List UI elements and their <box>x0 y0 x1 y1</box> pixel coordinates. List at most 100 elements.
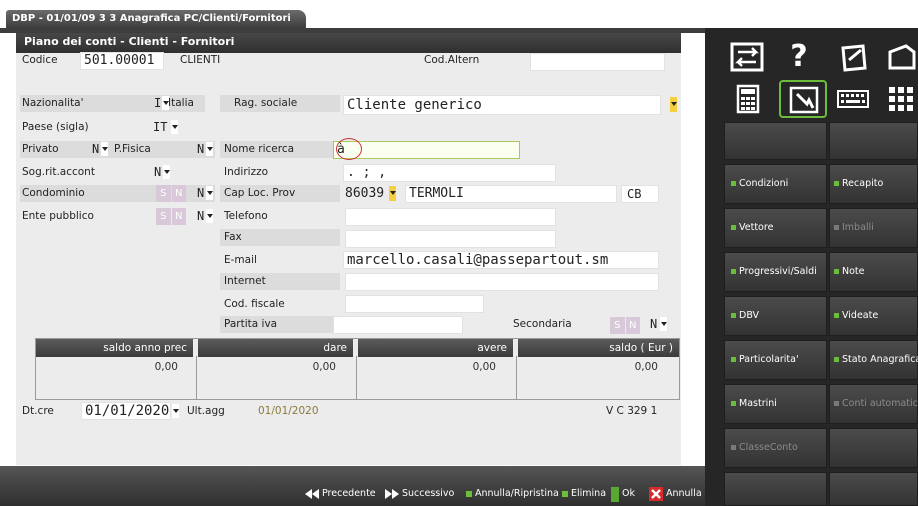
empty-function-button <box>829 122 918 160</box>
secondaria-dropdown[interactable] <box>660 317 667 331</box>
internet-label: Internet <box>224 275 266 287</box>
grid-icon <box>889 87 913 111</box>
provincia-field[interactable]: CB <box>621 185 659 203</box>
saldi-value-saldo: 0,00 <box>634 361 658 373</box>
gray-dot-icon <box>731 445 736 450</box>
printer-icon <box>888 44 916 70</box>
mastrini-label: Mastrini <box>731 398 777 409</box>
calculator-icon <box>736 84 760 114</box>
saldi-value-anno-prec: 0,00 <box>154 361 178 373</box>
conti-automatici-label: Conti automatici <box>834 398 918 409</box>
condominio-s[interactable]: S <box>156 185 171 202</box>
progressivi-saldi-text: Progressivi/Saldi <box>739 266 817 277</box>
ente-s[interactable]: S <box>156 208 171 225</box>
dbv-label: DBV <box>731 310 759 321</box>
gray-dot-icon <box>834 225 839 230</box>
ente-sn-toggle[interactable]: S N <box>156 208 187 225</box>
cap-label: Cap Loc. Prov <box>224 187 296 199</box>
cap-value[interactable]: 86039 <box>345 186 384 201</box>
version-label: V C 329 1 <box>606 405 658 417</box>
mastrini-text: Mastrini <box>739 398 777 409</box>
secondaria-n[interactable]: N <box>625 317 640 334</box>
keyboard-button[interactable] <box>831 80 877 118</box>
localita-field[interactable]: TERMOLI <box>405 185 617 203</box>
green-square-icon <box>466 491 472 497</box>
ente-n[interactable]: N <box>171 208 186 225</box>
annulla-button[interactable]: Annulla <box>649 484 702 504</box>
precedente-button[interactable]: Precedente <box>305 484 376 504</box>
indirizzo-field[interactable]: . ; , <box>343 164 556 182</box>
successivo-label: Successivo <box>402 488 455 499</box>
pfisica-value[interactable]: N <box>197 142 204 156</box>
dt-cre-field[interactable]: 01/01/2020 <box>81 402 171 420</box>
hand-pointer-button[interactable] <box>779 80 827 118</box>
green-square-icon <box>562 491 568 497</box>
sog-rit-label: Sog.rit.accont <box>22 166 95 178</box>
calculator-button[interactable] <box>724 80 774 118</box>
successivo-button[interactable]: Successivo <box>385 484 454 504</box>
notepad-button[interactable] <box>831 36 877 76</box>
cod-fiscale-label: Cod. fiscale <box>224 298 285 310</box>
condominio-dropdown[interactable] <box>206 186 213 200</box>
internet-field[interactable] <box>345 273 659 291</box>
nazionalita-value: Italia <box>168 97 194 109</box>
cod-altern-field[interactable] <box>530 53 665 71</box>
ente-dropdown[interactable] <box>206 209 213 223</box>
green-dot-icon <box>731 225 736 230</box>
condizioni-label: Condizioni <box>731 178 788 189</box>
recapito-text: Recapito <box>842 178 884 189</box>
ok-button[interactable]: Ok <box>611 484 635 504</box>
indirizzo-label: Indirizzo <box>224 166 269 178</box>
saldi-header-anno-prec: saldo anno prec <box>36 339 193 357</box>
telefono-field[interactable] <box>345 208 556 226</box>
sog-rit-value[interactable]: N <box>154 165 161 179</box>
cod-fiscale-field[interactable] <box>345 295 484 313</box>
green-dot-icon <box>834 269 839 274</box>
fax-field[interactable] <box>345 230 556 248</box>
secondaria-value[interactable]: N <box>650 317 657 331</box>
condominio-n[interactable]: N <box>171 185 186 202</box>
secondaria-sn-toggle[interactable]: S N <box>610 317 641 334</box>
green-bar-icon <box>611 486 619 502</box>
rag-sociale-dropdown[interactable] <box>670 97 677 112</box>
condominio-value[interactable]: N <box>197 186 204 200</box>
nazionalita-code[interactable]: I <box>154 96 161 110</box>
secondaria-s[interactable]: S <box>610 317 625 334</box>
ente-label: Ente pubblico <box>22 210 94 222</box>
paese-value[interactable]: IT <box>153 120 167 134</box>
printer-button[interactable] <box>882 36 918 76</box>
fast-forward-icon <box>385 489 399 499</box>
rag-sociale-field[interactable]: Cliente generico <box>343 95 661 115</box>
partita-iva-field[interactable] <box>333 316 463 334</box>
paese-dropdown[interactable] <box>171 120 178 134</box>
ente-value[interactable]: N <box>197 209 204 223</box>
window-tab[interactable]: DBP - 01/01/09 3 3 Anagrafica PC/Clienti… <box>6 10 306 28</box>
empty-function-button <box>724 472 827 506</box>
vettore-label: Vettore <box>731 222 773 233</box>
expand-button[interactable] <box>724 36 774 76</box>
codice-field[interactable]: 501.00001 <box>80 52 164 70</box>
cod-altern-label: Cod.Altern <box>424 54 480 66</box>
sog-rit-dropdown[interactable] <box>163 165 170 179</box>
codice-label: Codice <box>22 54 58 66</box>
ok-label: Ok <box>622 488 635 499</box>
cap-dropdown[interactable] <box>389 186 396 201</box>
grid-button[interactable] <box>882 80 918 118</box>
privato-value[interactable]: N <box>92 142 99 156</box>
nome-ricerca-label: Nome ricerca <box>224 143 295 155</box>
annulla-ripristina-button[interactable]: Annulla/Ripristina <box>466 484 559 504</box>
precedente-label: Precedente <box>322 488 376 499</box>
privato-dropdown[interactable] <box>101 142 108 156</box>
elimina-button[interactable]: Elimina <box>562 484 606 504</box>
notepad-icon <box>841 44 867 72</box>
pfisica-dropdown[interactable] <box>206 142 213 156</box>
saldi-divider <box>516 356 517 400</box>
email-field[interactable]: marcello.casali@passepartout.sm <box>343 251 659 269</box>
condominio-sn-toggle[interactable]: S N <box>156 185 187 202</box>
help-icon[interactable]: ? <box>779 36 819 76</box>
dt-cre-dropdown[interactable] <box>172 404 179 418</box>
green-dot-icon <box>731 313 736 318</box>
empty-function-button <box>829 472 918 506</box>
green-dot-icon <box>834 357 839 362</box>
empty-function-button <box>829 428 918 468</box>
